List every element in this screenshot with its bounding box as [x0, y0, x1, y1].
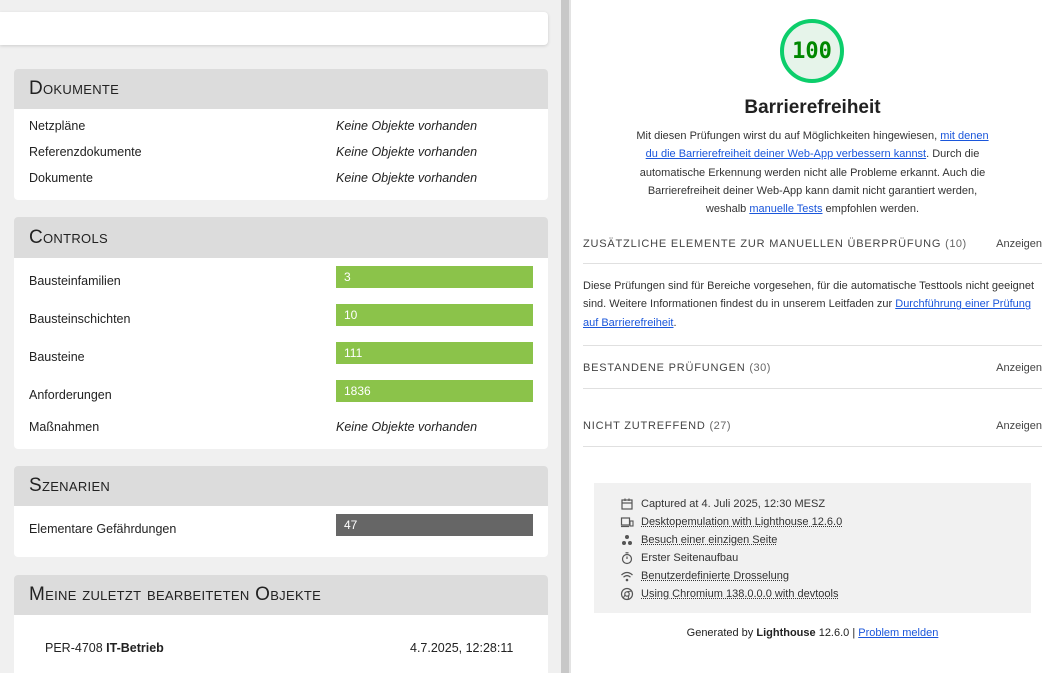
separator [583, 263, 1042, 264]
documents-card: Dokumente Netzpläne Keine Objekte vorhan… [14, 69, 548, 200]
controls-card: Controls Bausteinfamilien 3 Bausteinschi… [14, 217, 548, 449]
recent-objects-card: Meine zuletzt bearbeiteten Objekte PER-4… [14, 575, 548, 673]
group-title: Zusätzliche Elemente zur manuellen Überp… [583, 238, 942, 250]
row-label: Elementare Gefährdungen [29, 522, 177, 536]
recent-object-link[interactable]: PER-4708 IT-Betrieb [45, 641, 164, 655]
count-bar[interactable]: 1836 [336, 380, 533, 402]
row-label: Dokumente [29, 171, 93, 185]
row-label: Maßnahmen [29, 420, 100, 434]
group-title: Nicht zutreffend [583, 420, 706, 432]
runtime-settings: Captured at 4. Juli 2025, 12:30 MESZ Des… [594, 483, 1031, 613]
scenarios-card: Szenarien Elementare Gefährdungen 47 [14, 466, 548, 557]
row-value: Keine Objekte vorhanden [336, 119, 478, 133]
top-search-bar[interactable] [0, 12, 548, 45]
runtime-text: Besuch einer einzigen Seite [641, 534, 778, 546]
count-bar[interactable]: 111 [336, 342, 533, 364]
calendar-icon [621, 498, 633, 510]
group-count: (30) [749, 362, 771, 374]
footer-text: Generated by [686, 627, 757, 639]
runtime-item: Erster Seitenaufbau [620, 551, 738, 565]
runtime-item[interactable]: Using Chromium 138.0.0.0 with devtools [620, 587, 838, 601]
row-value: Keine Objekte vorhanden [336, 420, 478, 434]
audit-group-passed[interactable]: Bestandene Prüfungen (30) Anzeigen [583, 362, 1042, 374]
single-page-icon [622, 535, 632, 545]
group-description-text: . [673, 316, 677, 329]
runtime-text: Captured at 4. Juli 2025, 12:30 MESZ [641, 498, 826, 510]
count-bar[interactable]: 10 [336, 304, 533, 326]
score-gauge[interactable]: 100 [780, 19, 844, 83]
show-toggle[interactable]: Anzeigen [996, 238, 1042, 250]
chrome-icon [620, 587, 634, 601]
footer-brand: Lighthouse [756, 627, 816, 639]
object-date: 4.7.2025, 12:28:11 [410, 641, 514, 655]
footer-version: 12.6.0 | [815, 627, 859, 639]
devices-icon [620, 517, 634, 528]
documents-card-title: Dokumente [14, 69, 548, 109]
audit-group-manual[interactable]: Zusätzliche Elemente zur manuellen Überp… [583, 238, 1042, 250]
show-toggle[interactable]: Anzeigen [996, 362, 1042, 374]
separator [583, 345, 1042, 346]
group-count: (27) [709, 420, 732, 432]
scenarios-card-title: Szenarien [14, 466, 548, 506]
stopwatch-icon [621, 552, 633, 565]
row-label: Netzpläne [29, 119, 86, 133]
group-title: Bestandene Prüfungen [583, 362, 746, 374]
row-label: Anforderungen [29, 388, 112, 402]
row-label: Bausteine [29, 350, 85, 364]
row-label: Referenzdokumente [29, 145, 142, 159]
runtime-text: Desktopemulation with Lighthouse 12.6.0 [641, 516, 843, 528]
separator [583, 446, 1042, 447]
count-bar[interactable]: 3 [336, 266, 533, 288]
group-count: (10) [945, 238, 967, 250]
runtime-item: Captured at 4. Juli 2025, 12:30 MESZ [620, 497, 825, 511]
manual-tests-link[interactable]: manuelle Tests [749, 203, 822, 215]
audit-group-not-applicable[interactable]: Nicht zutreffend (27) Anzeigen [583, 420, 1042, 432]
panel-resize-handle[interactable] [561, 0, 569, 673]
runtime-item[interactable]: Besuch einer einzigen Seite [620, 533, 777, 547]
lighthouse-report: 100 Barrierefreiheit Mit diesen Prüfunge… [571, 0, 1054, 673]
runtime-item[interactable]: Benutzerdefinierte Drosselung [620, 569, 789, 583]
row-label: Bausteinfamilien [29, 274, 121, 288]
runtime-text: Erster Seitenaufbau [641, 552, 739, 564]
network-icon [621, 571, 633, 582]
separator [583, 388, 1042, 389]
group-description: Diese Prüfungen sind für Bereiche vorges… [583, 277, 1038, 332]
description-text: empfohlen werden. [822, 203, 920, 216]
row-label: Bausteinschichten [29, 312, 131, 326]
category-title: Barrierefreiheit [744, 97, 881, 118]
runtime-item[interactable]: Desktopemulation with Lighthouse 12.6.0 [620, 515, 842, 529]
runtime-text: Benutzerdefinierte Drosselung [641, 570, 789, 582]
report-footer: Generated by Lighthouse 12.6.0 | Problem… [571, 627, 1054, 639]
row-value: Keine Objekte vorhanden [336, 145, 478, 159]
show-toggle[interactable]: Anzeigen [996, 420, 1042, 432]
runtime-text: Using Chromium 138.0.0.0 with devtools [641, 588, 839, 600]
count-bar[interactable]: 47 [336, 514, 533, 536]
controls-card-title: Controls [14, 217, 548, 258]
object-name: IT-Betrieb [106, 641, 164, 655]
report-issue-link[interactable]: Problem melden [858, 627, 938, 639]
description-text: Mit diesen Prüfungen wirst du auf Möglic… [636, 130, 941, 142]
recent-objects-card-title: Meine zuletzt bearbeiteten Objekte [14, 575, 548, 615]
object-id: PER-4708 [45, 641, 103, 655]
category-description: Mit diesen Prüfungen wirst du auf Möglic… [631, 127, 994, 218]
dashboard-panel: Dokumente Netzpläne Keine Objekte vorhan… [0, 0, 561, 673]
row-value: Keine Objekte vorhanden [336, 171, 478, 185]
